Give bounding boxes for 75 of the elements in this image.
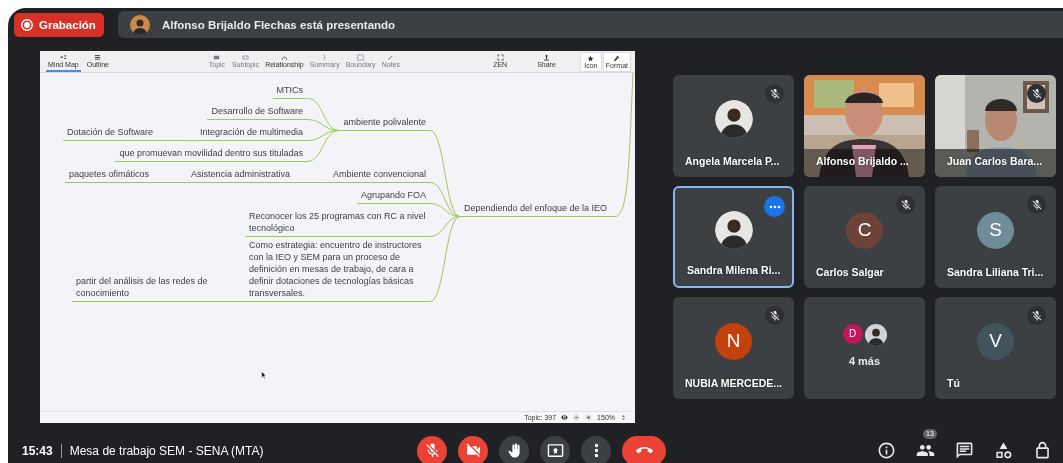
recording-badge: Grabación — [14, 12, 104, 37]
avatar-icon — [714, 100, 753, 138]
avatar-initial: S — [977, 211, 1014, 249]
participant-tile[interactable]: Angela Marcela P... — [673, 75, 794, 177]
avatar-icon — [129, 14, 150, 35]
connector-line — [187, 140, 197, 141]
meeting-title: Mesa de trabajo SEM - SENA (MTA) — [69, 443, 264, 458]
mindmap-node[interactable]: Como estrategia: encuentro de instructores con la IEO y SEM para un proceso de definición en mesas de trabajo, de cara a definir dotaciones de tecnologías básicas transversales. — [245, 238, 430, 302]
avatar-initial: C — [846, 211, 883, 249]
meeting-time: 15:43 — [22, 443, 53, 458]
connector-line — [319, 182, 330, 183]
info-icon — [876, 441, 896, 460]
nodes-icon — [59, 53, 67, 61]
avatar-initial: N — [715, 322, 752, 360]
mindmap-node[interactable]: Dotación de Software — [63, 125, 188, 141]
participant-tile[interactable]: Sandra Milena Ri... — [673, 186, 794, 288]
cursor-icon — [261, 371, 267, 379]
microphone-button[interactable] — [417, 435, 447, 463]
star-icon — [587, 54, 595, 62]
more-vertical-icon — [593, 443, 599, 458]
participant-name: Sandra Milena Ri... — [687, 264, 781, 276]
participant-name: Alfonso Brijaldo ... — [816, 155, 909, 167]
participant-tile[interactable]: S Sandra Liliana Tri... — [935, 186, 1056, 288]
mindmap-node[interactable]: Asistencia administrativa — [187, 167, 320, 183]
present-button[interactable] — [540, 435, 570, 463]
participant-name: Tú — [947, 377, 960, 389]
participant-name: NUBIA MERCEDE... — [685, 377, 783, 389]
participant-tile[interactable]: N NUBIA MERCEDE... — [673, 297, 794, 399]
stepper-icon — [620, 414, 627, 421]
mindmap-node[interactable]: Reconocer los 25 programas con RC a nivel tecnológico — [245, 209, 430, 237]
avatar-icon — [714, 211, 753, 249]
chat-icon — [954, 441, 974, 460]
eye-icon[interactable] — [561, 414, 569, 421]
camera-off-icon — [464, 442, 482, 459]
participant-name: 4 más — [848, 354, 881, 367]
mindmap-node[interactable]: Desarrollo de Software — [207, 104, 307, 120]
shapes-icon — [993, 441, 1013, 460]
avatar-initial: D — [842, 323, 863, 344]
participant-tile[interactable]: Juan Carlos Bara... — [935, 75, 1056, 177]
mindmap-node[interactable]: que promuevan movilidad dentro sus tituladas — [115, 146, 307, 162]
presenter-text: Alfonso Brijaldo Flechas está presentando — [161, 18, 396, 31]
bracket-icon — [321, 53, 329, 61]
mindmap-node[interactable]: paquetes ofimáticos — [65, 167, 187, 183]
rectangle-icon — [242, 53, 250, 61]
participant-tile[interactable]: C Carlos Salgar — [804, 186, 925, 288]
pencil-icon — [387, 53, 395, 61]
more-options-button[interactable] — [764, 196, 785, 217]
participant-name: Juan Carlos Bara... — [947, 155, 1043, 167]
upload-icon — [543, 53, 550, 61]
hand-icon — [505, 442, 523, 459]
mindmap-node[interactable]: Agrupando FOA — [356, 188, 430, 204]
mindmap-node[interactable]: Integración de multimedia — [195, 125, 307, 141]
mindmap-node[interactable]: Dependiendo del enfoque de la IEO — [460, 201, 615, 217]
avatar-icon — [864, 323, 887, 346]
record-icon — [20, 17, 34, 32]
mindmap-node[interactable]: Ambiente convencional — [328, 167, 430, 183]
participant-name: Carlos Salgar — [816, 266, 884, 278]
participant-name: Angela Marcela P... — [685, 155, 780, 167]
raise-hand-button[interactable] — [499, 435, 529, 463]
more-horizontal-icon — [768, 204, 781, 209]
avatar-initial: V — [977, 322, 1014, 360]
participant-tile[interactable]: D 4 más — [804, 297, 925, 399]
expand-icon — [496, 53, 504, 61]
mindmap-node[interactable]: ambiente polivalente — [339, 115, 430, 131]
list-icon — [94, 53, 102, 61]
more-options-button[interactable] — [581, 435, 611, 463]
participant-tile[interactable]: Alfonso Brijaldo ... — [804, 75, 925, 177]
participant-tile[interactable]: V Tú — [935, 297, 1056, 399]
present-screen-icon — [546, 442, 564, 459]
hang-up-button[interactable] — [622, 435, 666, 463]
brush-icon — [613, 54, 621, 62]
mindmap-node[interactable]: MTICs — [272, 83, 307, 99]
mindmap-node[interactable]: partir del análisis de las redes de conocimiento — [72, 274, 245, 302]
camera-button[interactable] — [458, 435, 488, 463]
participant-name: Sandra Liliana Tri... — [947, 266, 1044, 278]
